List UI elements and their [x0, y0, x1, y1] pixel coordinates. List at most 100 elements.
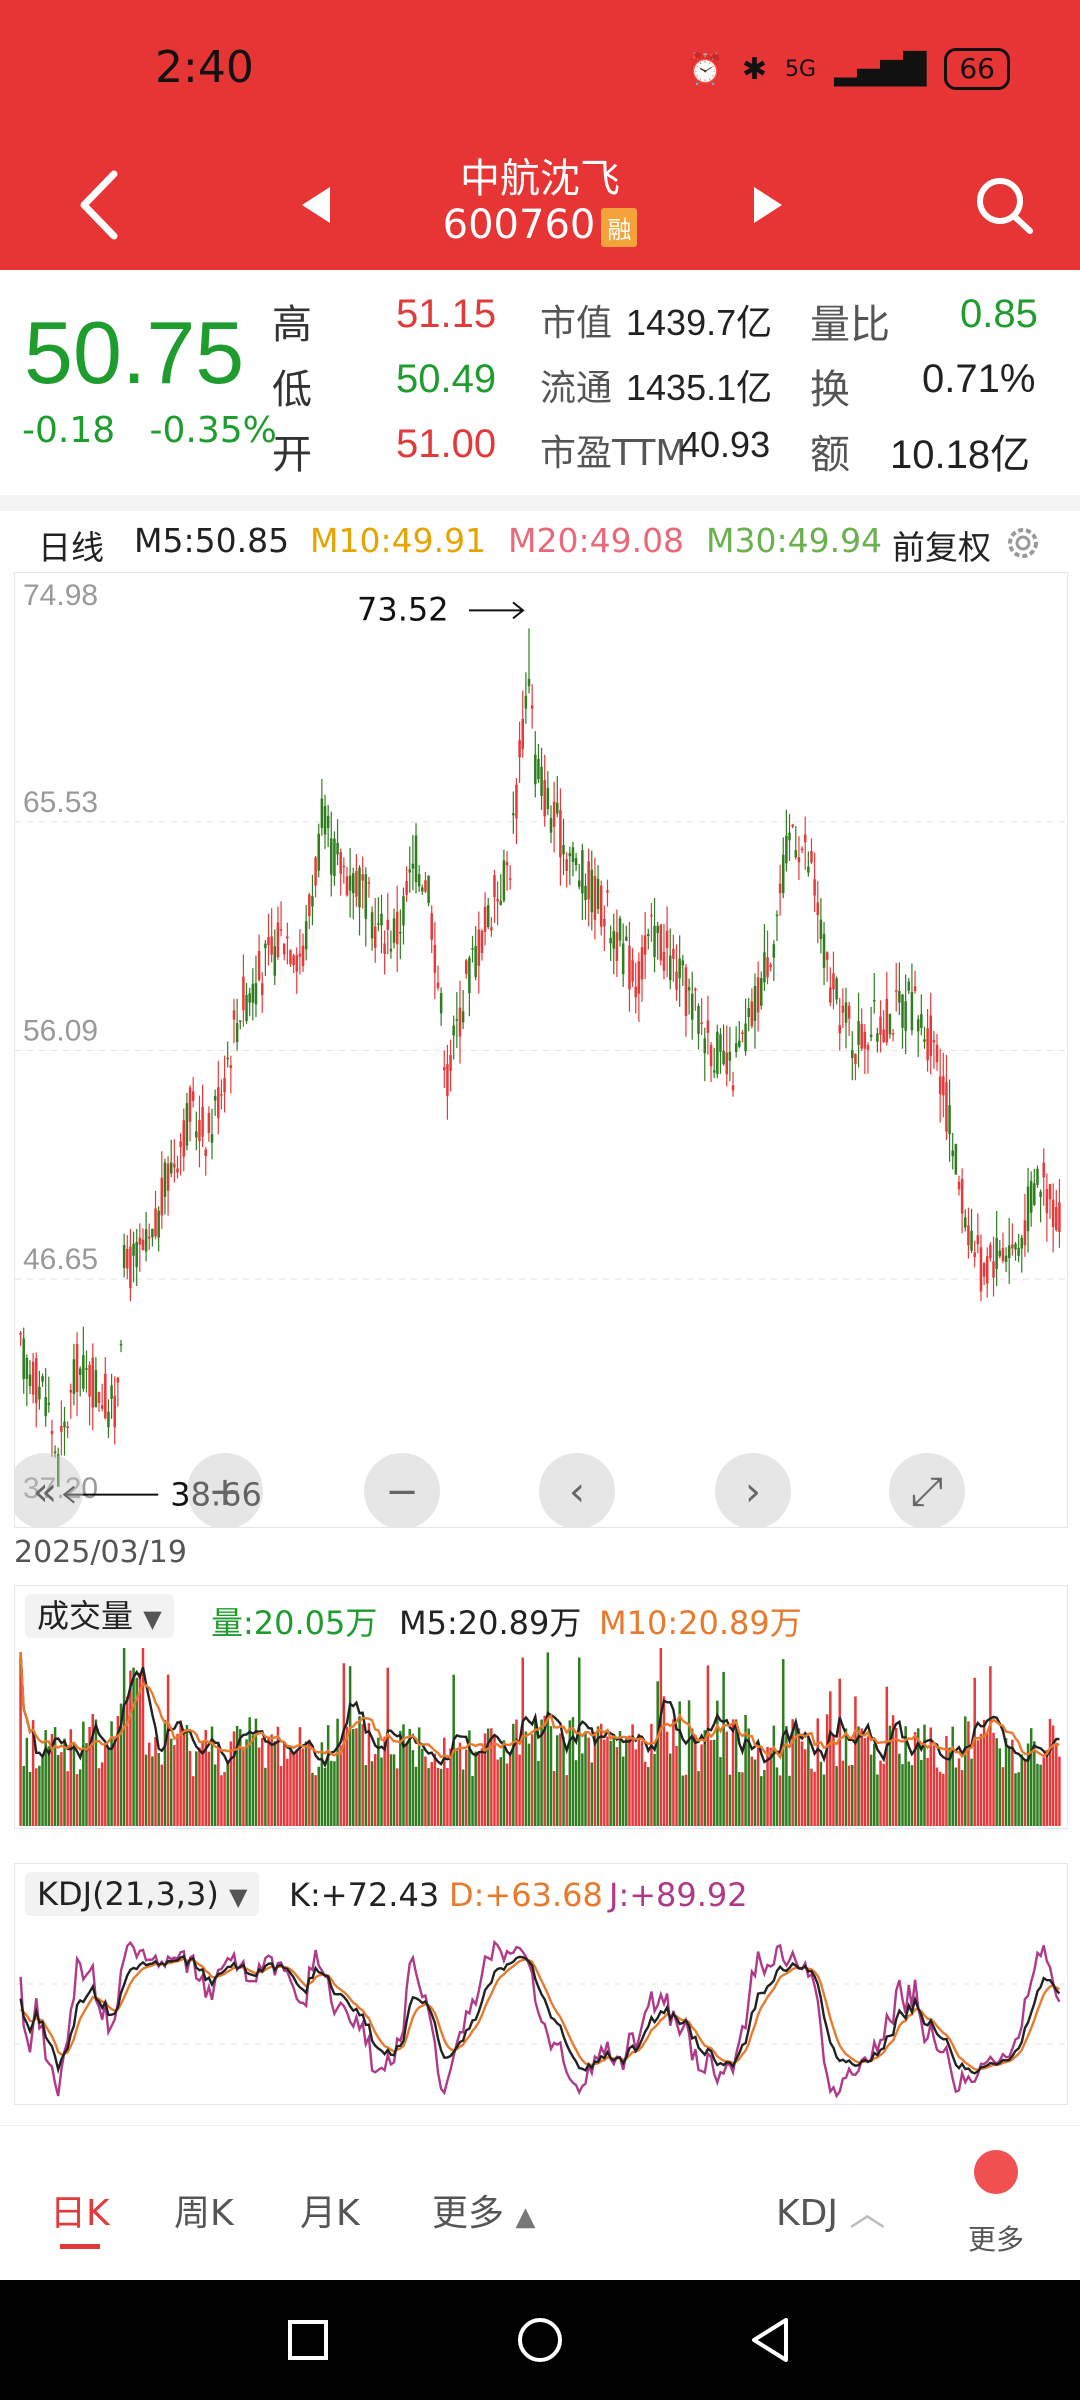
volume-bar — [760, 1776, 763, 1826]
volume-bar — [571, 1717, 575, 1826]
volume-bar — [94, 1719, 98, 1826]
volume-bar — [989, 1666, 992, 1826]
volume-bar — [455, 1748, 459, 1826]
ma10-label: M10:49.91 — [310, 521, 487, 560]
volume-bar — [612, 1733, 616, 1826]
volume-bar — [505, 1763, 509, 1826]
volume-bar — [1033, 1741, 1036, 1826]
tab-month-k[interactable]: 月K — [300, 2184, 360, 2236]
volume-bar — [213, 1764, 217, 1826]
candle-body — [88, 1364, 91, 1397]
candle-body — [1048, 1184, 1052, 1200]
back-nav-icon[interactable] — [746, 2316, 794, 2364]
volume-bar — [286, 1758, 289, 1826]
candle-body — [452, 1025, 455, 1036]
chart-control-button[interactable]: › — [715, 1453, 791, 1529]
candle-body — [276, 922, 280, 958]
candle-body — [584, 885, 587, 901]
volume-bar — [898, 1753, 901, 1826]
signal-icon: 5G — [785, 56, 817, 82]
candle-body — [753, 985, 757, 1021]
candle-body — [722, 1050, 725, 1065]
candle-body — [1036, 1168, 1039, 1185]
kline-chart[interactable]: 74.9865.5356.0946.6537.2073.5238.66«+−‹›… — [7, 572, 1068, 1529]
tab-day-k[interactable]: 日K — [50, 2184, 110, 2236]
candle-body — [251, 983, 255, 1003]
volume-bar — [188, 1750, 192, 1826]
volume-bar — [712, 1739, 716, 1826]
search-icon[interactable] — [970, 165, 1040, 245]
candle-body — [681, 960, 685, 966]
chart-control-button[interactable]: − — [364, 1453, 440, 1529]
volume-bar — [565, 1775, 568, 1826]
volume-bar — [1023, 1760, 1027, 1826]
candle-body — [694, 988, 697, 991]
candle-body — [687, 987, 691, 991]
candle-body — [223, 1078, 226, 1093]
chart-control-button[interactable]: ⤢ — [889, 1453, 965, 1529]
candle-body — [1026, 1186, 1030, 1232]
volume-bar — [684, 1774, 688, 1826]
volume-bar — [819, 1761, 823, 1826]
candle-body — [898, 990, 901, 1003]
candle-body — [945, 1082, 948, 1132]
candle-body — [229, 1065, 233, 1069]
volume-bar — [41, 1757, 44, 1826]
recent-apps-icon[interactable] — [286, 2318, 330, 2362]
candle-body — [364, 874, 368, 919]
volume-bar — [195, 1751, 198, 1826]
candle-body — [100, 1405, 104, 1409]
volume-bar — [220, 1775, 223, 1826]
tab-indicator-kdj[interactable]: KDJ ︿ — [776, 2184, 885, 2236]
chart-control-button[interactable]: « — [7, 1453, 83, 1529]
period-label[interactable]: 日线 — [38, 521, 104, 569]
adjust-label[interactable]: 前复权 — [892, 521, 991, 569]
volume-bar — [552, 1771, 556, 1826]
candle-body — [298, 953, 302, 957]
tab-week-k[interactable]: 周K — [174, 2184, 234, 2236]
volume-bar — [785, 1726, 788, 1826]
kdj-k-label: K:+72.43 — [289, 1876, 440, 1914]
candle-body — [942, 1076, 945, 1096]
battery-icon: 66 — [944, 48, 1010, 90]
volume-bar — [433, 1753, 437, 1826]
candle-body — [756, 977, 760, 1013]
candle-body — [653, 925, 656, 957]
candle-body — [637, 961, 641, 994]
candle-body — [201, 1106, 204, 1137]
candle-body — [741, 1032, 744, 1034]
candle-body — [486, 905, 490, 928]
volume-bar — [1039, 1764, 1042, 1826]
next-stock-icon[interactable] — [748, 175, 788, 235]
android-nav-bar — [0, 2280, 1080, 2400]
tab-more[interactable]: 更多 ▲ — [432, 2184, 535, 2236]
candle-body — [173, 1163, 176, 1168]
float-label: 流通 — [540, 368, 613, 409]
more-float-button[interactable]: 更多 — [966, 2146, 1026, 2266]
gear-icon[interactable] — [1003, 523, 1043, 563]
candle-body — [69, 1389, 73, 1393]
candle-body — [508, 878, 512, 880]
kdj-j-line — [19, 1939, 1061, 2099]
volume-bar — [1020, 1754, 1024, 1826]
chart-control-label: « — [33, 1469, 57, 1515]
chart-control-button[interactable]: ‹ — [539, 1453, 615, 1529]
candle-body — [794, 850, 798, 858]
chart-control-button[interactable]: + — [187, 1453, 263, 1529]
volume-bar — [772, 1725, 776, 1826]
volume-bar — [421, 1748, 424, 1826]
candle-body — [838, 1025, 841, 1034]
candle-body — [267, 936, 270, 946]
candle-body — [913, 986, 917, 992]
candle-body — [734, 1043, 738, 1053]
candle-body — [876, 1033, 879, 1042]
candle-body — [292, 955, 295, 966]
volume-bar — [56, 1754, 60, 1826]
home-icon[interactable] — [516, 2316, 564, 2364]
candle-body — [791, 824, 794, 827]
volume-bar — [985, 1732, 989, 1826]
candle-body — [1014, 1243, 1017, 1250]
candle-body — [210, 1134, 214, 1143]
candle-body — [320, 798, 324, 828]
candle-body — [270, 936, 273, 955]
